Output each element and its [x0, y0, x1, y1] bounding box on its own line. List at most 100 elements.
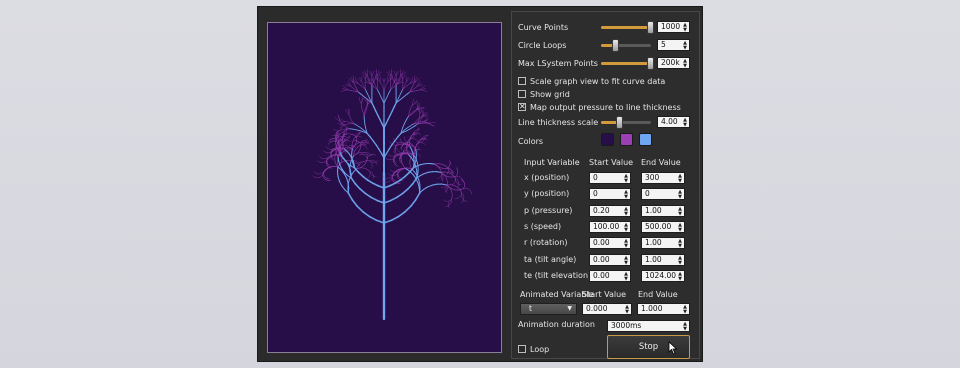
animation-start-header: Start Value — [582, 290, 627, 299]
variable-start-spinbox[interactable]: 0.20 ▲ ▼ — [589, 204, 631, 217]
spinbox-value: 1.00 — [645, 238, 662, 248]
line-thickness-slider[interactable] — [601, 115, 651, 129]
spin-arrows-icon[interactable]: ▲ ▼ — [624, 255, 628, 266]
variable-name: s (speed) — [524, 221, 562, 231]
max-lsystem-points-spinbox[interactable]: 200k ▲ ▼ — [657, 57, 690, 69]
line-thickness-spinbox[interactable]: 4.00 ▲ ▼ — [657, 116, 690, 128]
variable-start-spinbox[interactable]: 0 ▲ ▼ — [589, 188, 631, 201]
spin-arrows-icon[interactable]: ▲ ▼ — [624, 173, 628, 184]
spin-arrows-icon[interactable]: ▲ ▼ — [683, 304, 687, 315]
variable-name: ta (tilt angle) — [524, 254, 577, 264]
spin-arrows-icon[interactable]: ▲ ▼ — [683, 22, 687, 33]
slider-thumb[interactable] — [647, 57, 654, 70]
spinbox-value: 1024.00 — [645, 270, 677, 280]
slider-thumb[interactable] — [612, 39, 619, 52]
variable-end-spinbox[interactable]: 1.00 ▲ ▼ — [641, 253, 685, 266]
start-value-header: Start Value — [589, 158, 634, 167]
dropdown-value: t — [529, 304, 532, 313]
spin-arrows-icon[interactable]: ▲ ▼ — [678, 173, 682, 184]
map-pressure-checkbox-row[interactable]: ✕ Map output pressure to line thickness — [518, 100, 693, 114]
curve-points-spinbox[interactable]: 1000 ▲ ▼ — [657, 21, 690, 33]
variable-end-spinbox[interactable]: 1.00 ▲ ▼ — [641, 237, 685, 250]
slider-thumb[interactable] — [647, 21, 654, 34]
animation-start-spinbox[interactable]: 0.000 ▲ ▼ — [582, 303, 632, 315]
spin-arrows-icon[interactable]: ▲ ▼ — [678, 206, 682, 217]
curve-points-slider[interactable] — [601, 20, 654, 34]
variable-name: y (position) — [524, 189, 570, 199]
spin-arrows-icon[interactable]: ▲ ▼ — [678, 271, 682, 282]
max-lsystem-points-label: Max LSystem Points — [518, 58, 598, 68]
slider-thumb[interactable] — [615, 116, 623, 129]
variable-start-spinbox[interactable]: 100.00 ▲ ▼ — [589, 220, 631, 233]
spinbox-value: 500.00 — [645, 221, 672, 231]
animation-end-header: End Value — [638, 290, 678, 299]
variable-name: x (position) — [524, 173, 570, 182]
variable-end-spinbox[interactable]: 300 ▲ ▼ — [641, 172, 685, 184]
spin-arrows-icon[interactable]: ▲ ▼ — [625, 304, 629, 315]
animation-duration-label: Animation duration — [518, 320, 595, 329]
variable-start-spinbox[interactable]: 0.00 ▲ ▼ — [589, 253, 631, 266]
spin-arrows-icon[interactable]: ▲ ▼ — [683, 58, 687, 69]
spinbox-value: 1.00 — [645, 254, 662, 264]
curve-canvas[interactable] — [267, 22, 502, 353]
variable-start-spinbox[interactable]: 0 ▲ ▼ — [589, 172, 631, 184]
show-grid-checkbox[interactable] — [518, 90, 526, 98]
spin-arrows-icon[interactable]: ▲ ▼ — [624, 271, 628, 282]
color-swatch-middle[interactable] — [620, 133, 633, 146]
spin-arrows-icon[interactable]: ▲ ▼ — [624, 238, 628, 249]
spinbox-value: 200k — [661, 58, 680, 67]
variable-end-spinbox[interactable]: 1024.00 ▲ ▼ — [641, 269, 685, 282]
spinbox-value: 100.00 — [593, 221, 620, 231]
loop-label: Loop — [530, 344, 550, 354]
max-lsystem-points-slider[interactable] — [601, 56, 654, 70]
spin-arrows-icon[interactable]: ▲ ▼ — [683, 321, 687, 332]
map-pressure-checkbox[interactable]: ✕ — [518, 103, 526, 111]
spinbox-value: 0.00 — [593, 238, 610, 248]
circle-loops-spinbox[interactable]: 5 ▲ ▼ — [657, 39, 690, 51]
animation-end-spinbox[interactable]: 1.000 ▲ ▼ — [637, 303, 690, 315]
spinbox-value: 0 — [593, 189, 598, 199]
variable-end-spinbox[interactable]: 0 ▲ ▼ — [641, 188, 685, 201]
spinbox-value: 3000ms — [611, 321, 642, 330]
scale-graph-checkbox[interactable] — [518, 77, 526, 85]
map-pressure-label: Map output pressure to line thickness — [530, 102, 681, 112]
spin-arrows-icon[interactable]: ▲ ▼ — [678, 238, 682, 249]
show-grid-label: Show grid — [530, 89, 570, 99]
color-swatch-background[interactable] — [601, 133, 614, 146]
curve-points-label: Curve Points — [518, 22, 569, 32]
spin-arrows-icon[interactable]: ▲ ▼ — [624, 189, 628, 200]
loop-checkbox-row[interactable]: Loop — [518, 342, 549, 356]
chevron-down-icon: ▼ — [567, 305, 572, 312]
color-swatch-end[interactable] — [639, 133, 652, 146]
scale-graph-checkbox-row[interactable]: Scale graph view to fit curve data — [518, 74, 693, 88]
spinbox-value: 0.000 — [586, 304, 608, 313]
circle-loops-label: Circle Loops — [518, 40, 567, 50]
app-window: Curve Points 1000 ▲ ▼ Circle Loops 5 ▲ ▼ M… — [257, 6, 703, 362]
spin-arrows-icon[interactable]: ▲ ▼ — [678, 222, 682, 233]
spin-arrows-icon[interactable]: ▲ ▼ — [683, 40, 687, 51]
spin-arrows-icon[interactable]: ▲ ▼ — [624, 206, 628, 217]
spinbox-value: 0 — [593, 173, 598, 182]
animation-duration-spinbox[interactable]: 3000ms ▲ ▼ — [607, 320, 690, 332]
variable-end-spinbox[interactable]: 1.00 ▲ ▼ — [641, 204, 685, 217]
scale-graph-label: Scale graph view to fit curve data — [530, 76, 666, 86]
loop-checkbox[interactable] — [518, 345, 526, 353]
spinbox-value: 0.00 — [593, 270, 610, 280]
variable-end-spinbox[interactable]: 500.00 ▲ ▼ — [641, 220, 685, 233]
spinbox-value: 1000 — [661, 22, 681, 31]
spinbox-value: 1.00 — [645, 205, 662, 215]
spin-arrows-icon[interactable]: ▲ ▼ — [624, 222, 628, 233]
animated-variable-dropdown[interactable]: t ▼ — [520, 303, 577, 315]
circle-loops-slider[interactable] — [601, 38, 651, 52]
settings-panel: Curve Points 1000 ▲ ▼ Circle Loops 5 ▲ ▼ M… — [511, 11, 700, 359]
spin-arrows-icon[interactable]: ▲ ▼ — [683, 117, 687, 128]
variable-name: r (rotation) — [524, 238, 568, 248]
variable-start-spinbox[interactable]: 0.00 ▲ ▼ — [589, 269, 631, 282]
show-grid-checkbox-row[interactable]: Show grid — [518, 87, 693, 101]
spinbox-value: 5 — [661, 40, 666, 49]
spin-arrows-icon[interactable]: ▲ ▼ — [678, 189, 682, 200]
spin-arrows-icon[interactable]: ▲ ▼ — [678, 255, 682, 266]
variable-start-spinbox[interactable]: 0.00 ▲ ▼ — [589, 237, 631, 250]
spinbox-value: 0 — [645, 189, 650, 199]
mouse-cursor-icon — [668, 341, 678, 355]
